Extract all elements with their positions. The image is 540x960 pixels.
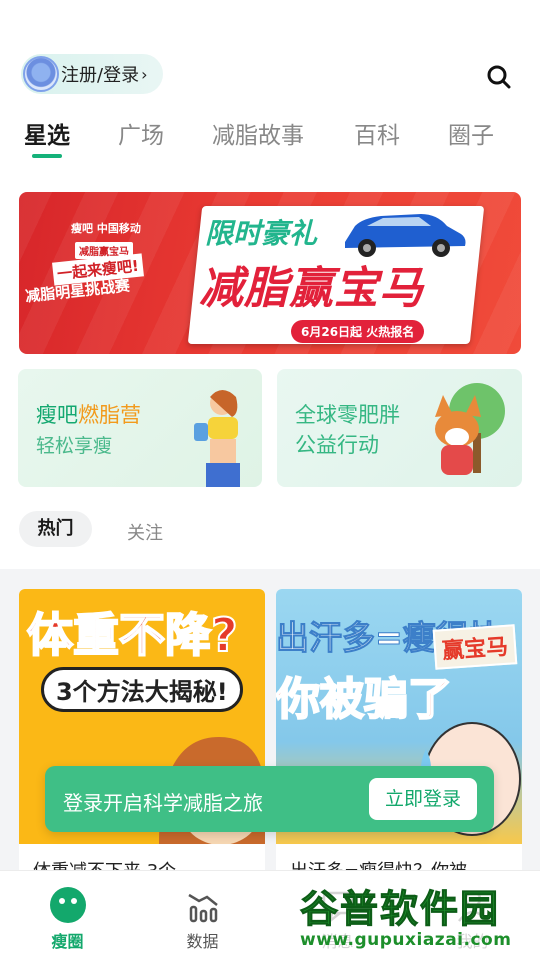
- banner-title: 限时豪礼: [205, 217, 318, 250]
- app-screen: 注册/登录 › 星选 广场 减脂故事 百科 圈子 瘦吧 中国移动 减脂赢宝马 一…: [0, 0, 540, 960]
- promo-left-title-accent: 燃脂营: [78, 403, 141, 427]
- filter-follow[interactable]: 关注: [127, 519, 163, 545]
- global-zero-obesity-card[interactable]: 全球零肥胖 公益行动: [277, 369, 522, 487]
- promo-right-title: 全球零肥胖: [295, 403, 400, 427]
- tab-xingxuan[interactable]: 星选: [24, 116, 70, 150]
- login-button[interactable]: 注册/登录 ›: [21, 54, 163, 94]
- tab-baike[interactable]: 百科: [354, 116, 400, 150]
- cover-headline: 体重不降?: [26, 607, 239, 663]
- planet-icon: [50, 887, 86, 923]
- feed-card[interactable]: 出汗多=瘦得快 你被骗了 赢宝马 出汗多=瘦得快？你被: [276, 589, 522, 879]
- tab-indicator: [32, 154, 62, 158]
- car-icon: [345, 214, 466, 257]
- search-icon[interactable]: [486, 64, 512, 90]
- feed-card[interactable]: 体重不降? 3个方法大揭秘! 体重减不下来 3个: [19, 589, 265, 879]
- site-watermark: 谷普软件园 www.gupuxiazai.com: [296, 874, 536, 956]
- tab-quanzi[interactable]: 圈子: [448, 116, 494, 150]
- filter-hot[interactable]: 热门: [19, 511, 92, 547]
- login-now-button[interactable]: 立即登录: [369, 778, 477, 820]
- cover-subheadline: 3个方法大揭秘!: [41, 667, 243, 712]
- banner-main-title: 减脂赢宝马: [199, 263, 424, 314]
- woman-illustration-icon: [194, 390, 240, 487]
- promo-left-title: 瘦吧燃脂营: [36, 399, 141, 429]
- watermark-url: www.gupuxiazai.com: [300, 930, 512, 950]
- bar-chart-icon: [188, 893, 218, 923]
- banner-sponsor-logos: 瘦吧 中国移动: [71, 222, 141, 235]
- promo-left-title-main: 瘦吧: [36, 403, 78, 427]
- fox-mascot-icon: [435, 383, 505, 475]
- login-prompt-toast: 登录开启科学减脂之旅 立即登录: [45, 766, 494, 832]
- chevron-right-icon: ›: [141, 64, 148, 84]
- toast-message: 登录开启科学减脂之旅: [63, 791, 263, 815]
- tab-jianzhi-gushi[interactable]: 减脂故事: [212, 116, 304, 150]
- promo-banner[interactable]: 瘦吧 中国移动 减脂赢宝马 一起来瘦吧! 减脂明星挑战赛 限时豪礼 减脂赢宝马 …: [19, 192, 521, 354]
- nav-label: 数据: [186, 932, 219, 951]
- banner-date-badge: 6月26日起 火热报名: [291, 320, 425, 343]
- promo-right-subtitle: 公益行动: [295, 433, 379, 457]
- cover-badge: 赢宝马: [432, 624, 518, 670]
- watermark-title: 谷普软件园: [299, 887, 501, 932]
- tab-guangchang[interactable]: 广场: [118, 116, 164, 150]
- category-tabs: 星选 广场 减脂故事 百科 圈子: [0, 116, 540, 160]
- nav-item-shouquan[interactable]: 瘦圈: [0, 871, 135, 960]
- promo-left-subtitle: 轻松享瘦: [36, 435, 113, 457]
- nav-item-shuju[interactable]: 数据: [135, 871, 270, 960]
- login-label: 注册/登录: [61, 65, 140, 86]
- fat-burning-camp-card[interactable]: 瘦吧燃脂营 轻松享瘦: [18, 369, 262, 487]
- nav-label: 瘦圈: [51, 932, 84, 951]
- avatar-icon: [23, 56, 59, 92]
